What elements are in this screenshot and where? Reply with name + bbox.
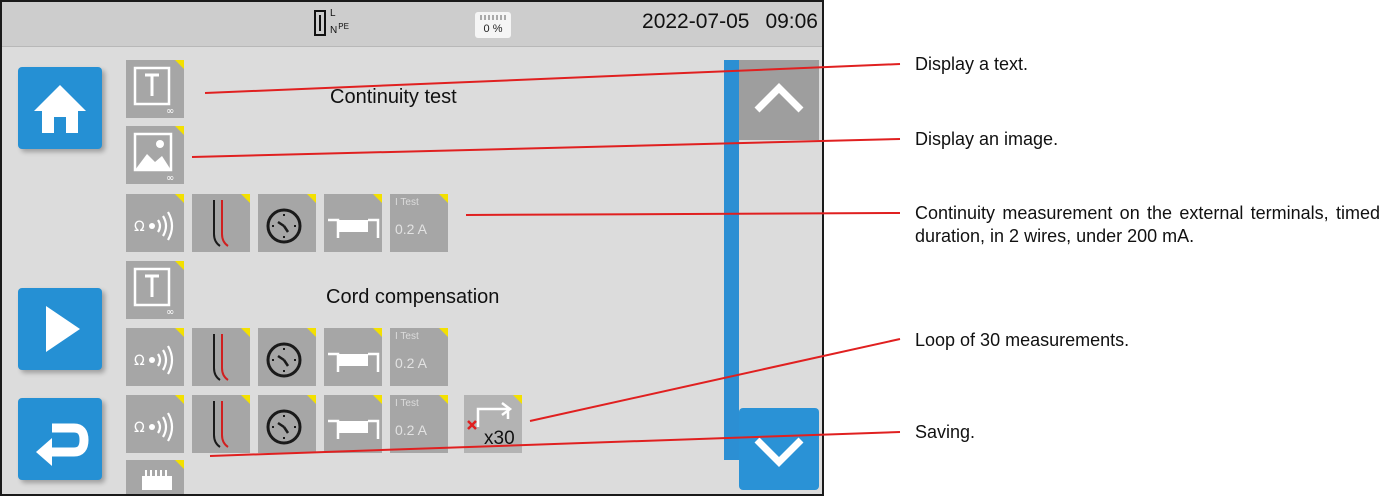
leader-saving: [209, 431, 901, 457]
annotation-saving: Saving.: [915, 422, 976, 442]
annotation-display-text: Display a text.: [915, 54, 1029, 74]
annotation-display-image: Display an image.: [915, 129, 1059, 149]
leader-text: [204, 63, 901, 94]
leader-continuity: [465, 212, 901, 216]
annotation-continuity: Continuity measurement on the external t…: [915, 203, 1380, 246]
leader-image: [191, 138, 901, 158]
annotation-loop: Loop of 30 measurements.: [915, 330, 1130, 350]
annotation-leaders: [191, 63, 901, 457]
leader-loop: [529, 338, 901, 422]
